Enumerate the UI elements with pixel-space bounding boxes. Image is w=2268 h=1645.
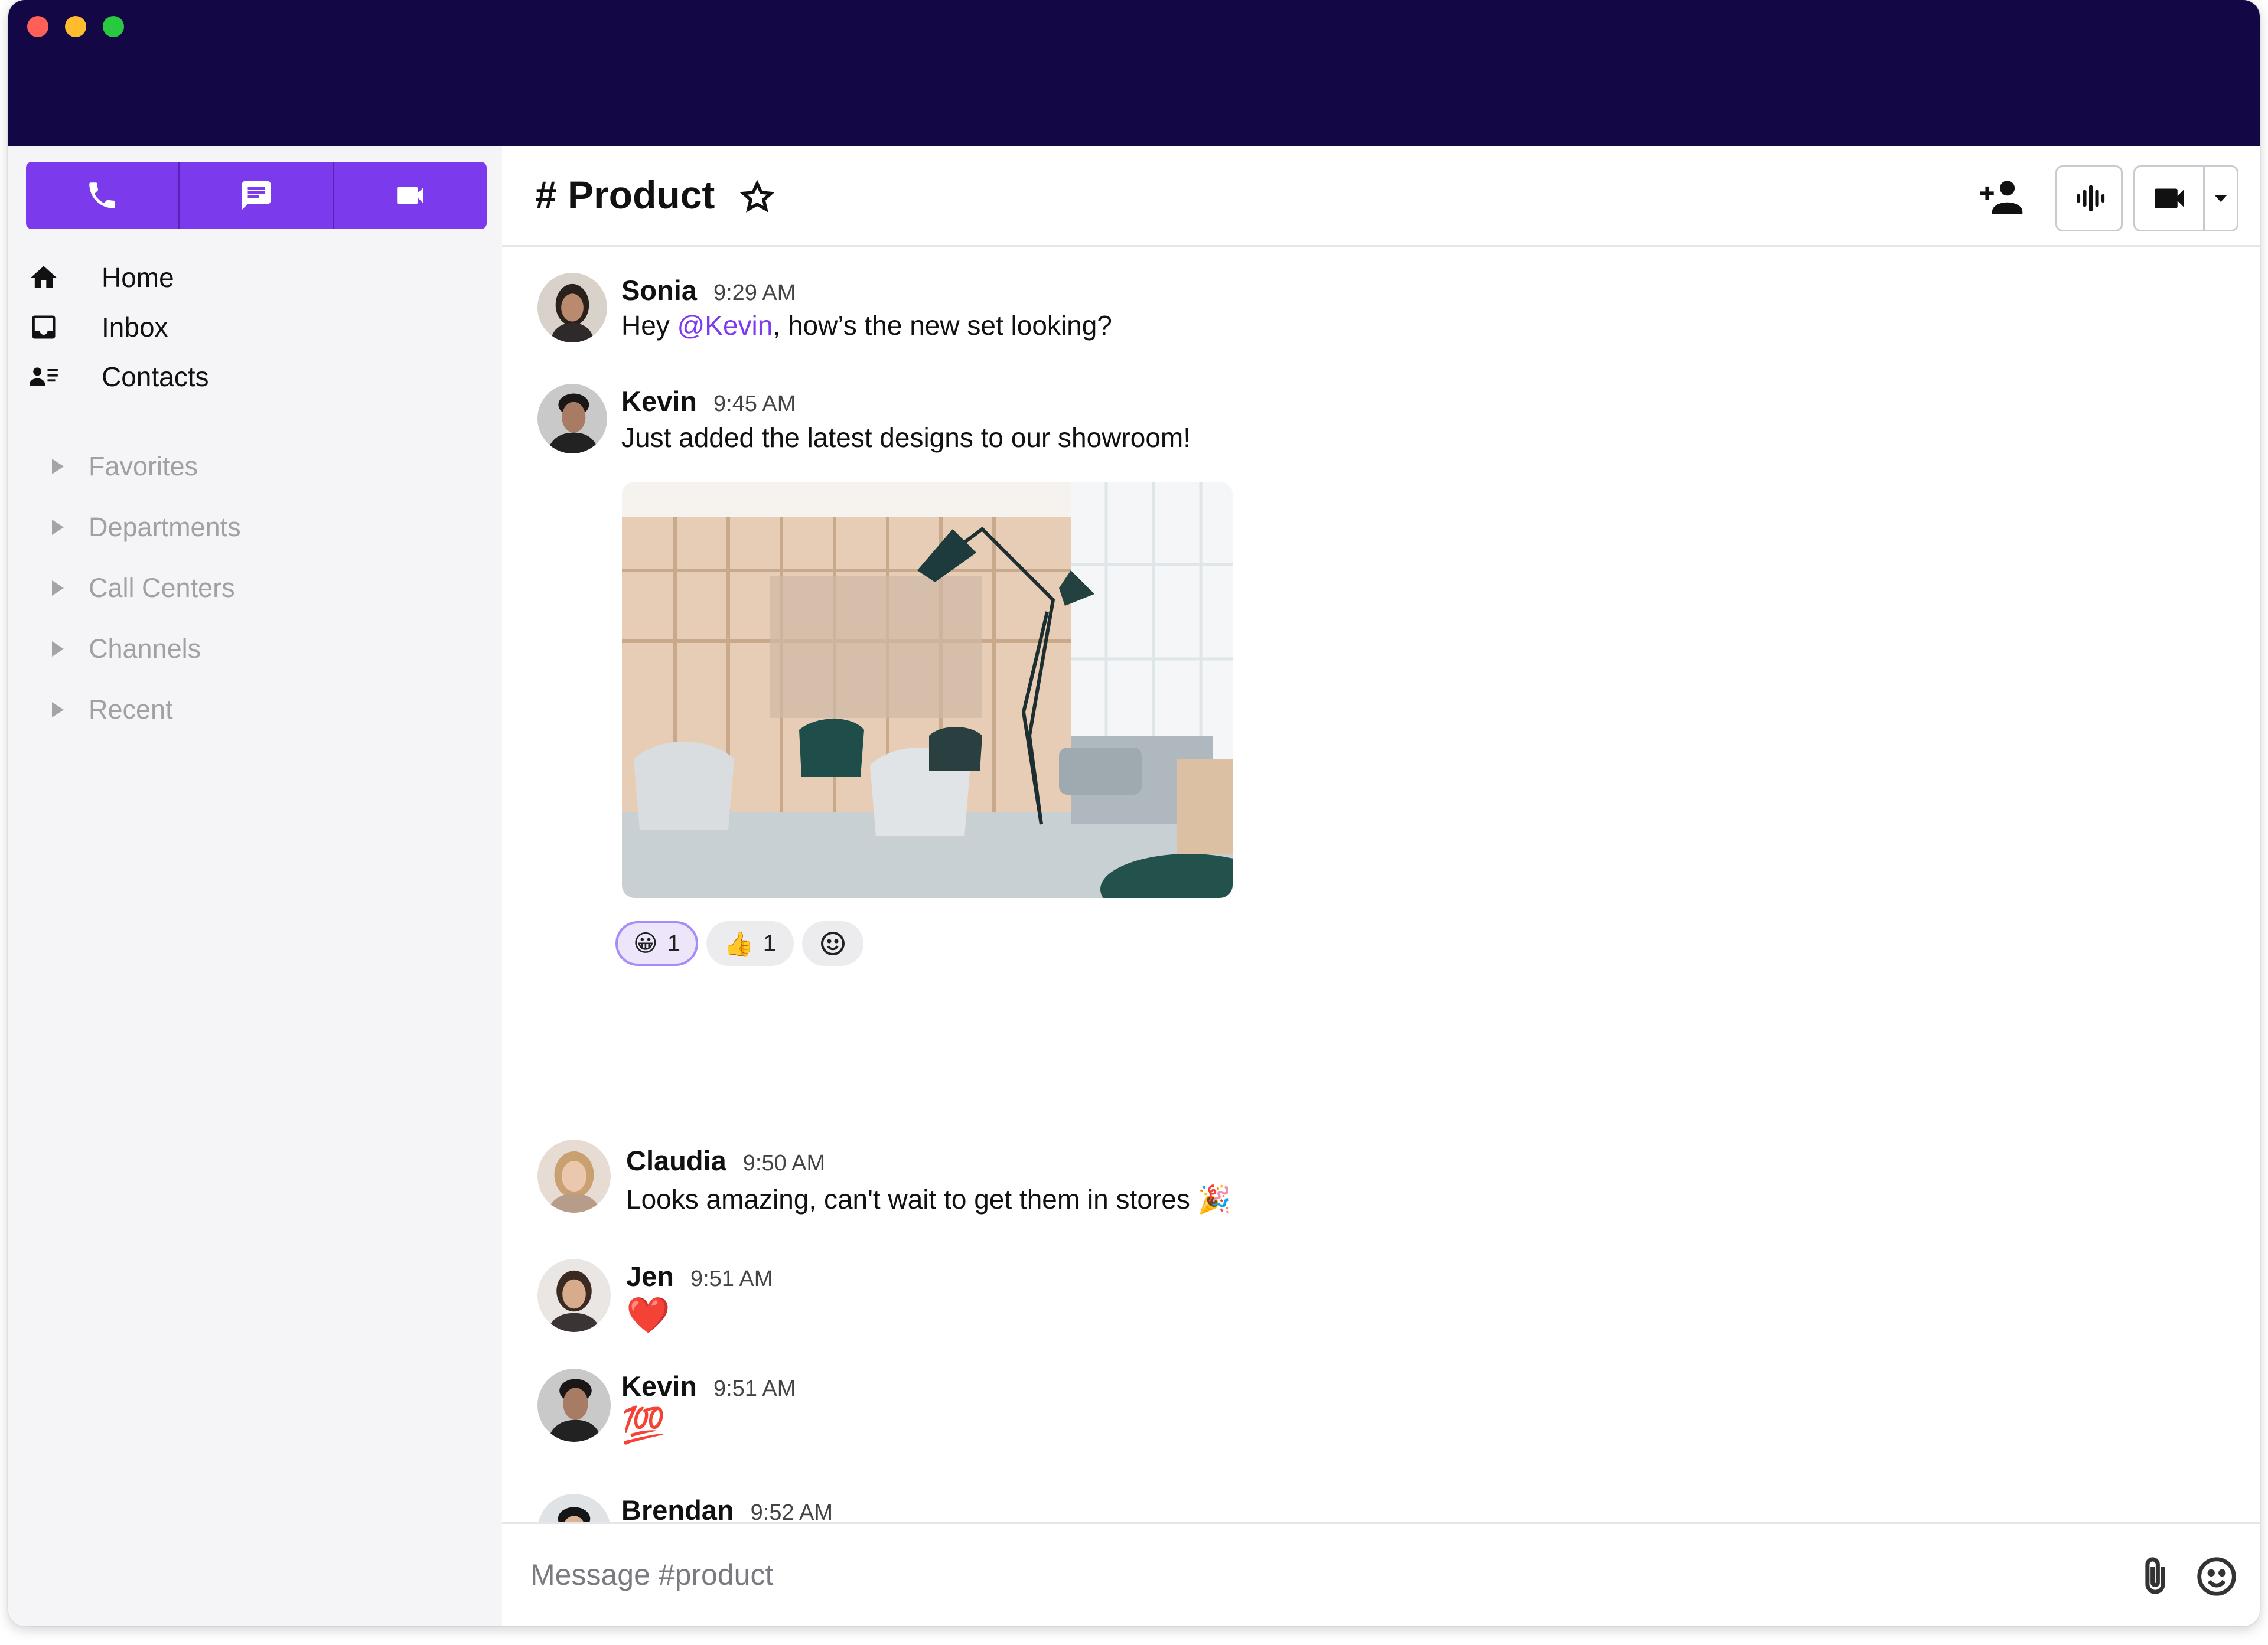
start-video-call[interactable] [2135, 167, 2205, 230]
group-departments[interactable]: Departments [34, 497, 483, 557]
group-label: Channels [89, 633, 201, 664]
group-label: Recent [89, 694, 173, 724]
text-segment: Looks amazing, can't wait to get them in… [626, 1184, 1190, 1215]
mention-link[interactable]: @Kevin [677, 310, 773, 341]
expand-triangle-icon [52, 641, 64, 657]
message-composer [502, 1522, 2260, 1626]
inbox-icon [26, 309, 61, 345]
message-time: 9:50 AM [742, 1151, 826, 1176]
grinning-face-emoji: 😀 [633, 931, 658, 957]
message-header: Claudia 9:50 AM [626, 1144, 825, 1177]
text-segment: , how’s the new set looking? [773, 310, 1112, 341]
video-options-dropdown[interactable] [2205, 195, 2237, 202]
avatar[interactable] [537, 384, 607, 453]
hundred-points-emoji: 💯 [621, 1405, 666, 1445]
nav-item-label: Contacts [102, 361, 209, 392]
message-author[interactable]: Kevin [621, 386, 697, 417]
message-header: Sonia 9:29 AM [621, 274, 796, 306]
reactions-bar: 😀 1 👍 1 [615, 921, 864, 966]
reaction-count: 1 [667, 930, 680, 957]
paperclip-icon[interactable] [2135, 1555, 2176, 1598]
reaction-count: 1 [762, 930, 777, 957]
minimize-window-button[interactable] [65, 16, 86, 37]
expand-triangle-icon [52, 580, 64, 596]
group-channels[interactable]: Channels [34, 618, 483, 679]
mode-switcher [26, 162, 487, 229]
contacts-icon [26, 359, 61, 394]
smiley-icon [821, 932, 845, 955]
message-header: Jen 9:51 AM [626, 1260, 773, 1292]
reaction-grinning[interactable]: 😀 1 [615, 921, 698, 966]
video-camera-icon [2154, 188, 2184, 208]
message-time: 9:52 AM [750, 1500, 833, 1525]
group-favorites[interactable]: Favorites [34, 436, 483, 497]
showroom-photo[interactable] [622, 482, 1233, 898]
group-label: Call Centers [89, 572, 235, 603]
sidebar-groups: Favorites Departments Call Centers Chann… [34, 436, 483, 740]
home-icon [26, 260, 61, 295]
message-text: Just added the latest designs to our sho… [621, 422, 1191, 453]
close-window-button[interactable] [27, 16, 48, 37]
nav-item-home[interactable]: Home [26, 253, 487, 302]
primary-nav: Home Inbox Contacts [26, 253, 487, 402]
video-mode-button[interactable] [333, 162, 487, 229]
nav-item-inbox[interactable]: Inbox [26, 302, 487, 352]
message-text: Hey @Kevin, how’s the new set looking? [621, 309, 1112, 341]
message-time: 9:29 AM [713, 280, 796, 305]
nav-item-contacts[interactable]: Contacts [26, 352, 487, 402]
phone-icon [89, 182, 115, 208]
message-author[interactable]: Jen [626, 1261, 674, 1292]
phone-mode-button[interactable] [26, 162, 178, 229]
message-author[interactable]: Brendan [621, 1494, 734, 1526]
message-header: Kevin 9:51 AM [621, 1370, 796, 1402]
video-camera-icon [397, 187, 423, 204]
group-label: Favorites [89, 451, 198, 481]
title-bar [8, 0, 2260, 146]
chat-icon [242, 181, 271, 210]
group-call-centers[interactable]: Call Centers [34, 557, 483, 618]
message-author[interactable]: Kevin [621, 1370, 697, 1402]
group-label: Departments [89, 511, 241, 542]
text-segment: Hey [621, 310, 677, 341]
chat-mode-button[interactable] [178, 162, 333, 229]
video-call-button[interactable] [2133, 165, 2238, 231]
message-time: 9:51 AM [690, 1267, 773, 1291]
expand-triangle-icon [52, 458, 64, 474]
sidebar: Home Inbox Contacts Favorites Department… [8, 146, 502, 1626]
avatar[interactable] [537, 1369, 611, 1442]
message-time: 9:51 AM [713, 1376, 796, 1401]
smiley-icon[interactable] [2195, 1555, 2238, 1598]
message-header: Brendan 9:52 AM [621, 1494, 833, 1526]
add-reaction-button[interactable] [802, 921, 864, 966]
caret-down-icon [2214, 195, 2227, 202]
nav-item-label: Home [102, 262, 174, 293]
add-person-icon[interactable] [1979, 176, 2026, 217]
audio-call-button[interactable] [2055, 165, 2123, 231]
avatar[interactable] [537, 1140, 611, 1213]
heart-emoji: ❤️ [626, 1295, 670, 1335]
message-author[interactable]: Sonia [621, 275, 697, 306]
expand-triangle-icon [52, 701, 64, 717]
message-author[interactable]: Claudia [626, 1145, 726, 1176]
channel-header: # Product [502, 146, 2260, 247]
message-input[interactable] [530, 1548, 2125, 1602]
zoom-window-button[interactable] [103, 16, 124, 37]
avatar[interactable] [537, 1259, 611, 1332]
group-recent[interactable]: Recent [34, 679, 483, 740]
channel-title: # Product [535, 173, 715, 217]
expand-triangle-icon [52, 519, 64, 535]
star-icon[interactable] [739, 179, 775, 215]
message-header: Kevin 9:45 AM [621, 385, 796, 417]
party-popper-emoji: 🎉 [1197, 1184, 1231, 1215]
message-text: Looks amazing, can't wait to get them in… [626, 1183, 1231, 1216]
audio-waveform-icon [2077, 185, 2105, 212]
avatar[interactable] [537, 273, 607, 342]
app-window: Home Inbox Contacts Favorites Department… [8, 0, 2260, 1626]
message-time: 9:45 AM [713, 391, 796, 416]
reaction-thumbs-up[interactable]: 👍 1 [706, 921, 794, 966]
thumbs-up-emoji: 👍 [724, 931, 754, 957]
nav-item-label: Inbox [102, 312, 168, 342]
